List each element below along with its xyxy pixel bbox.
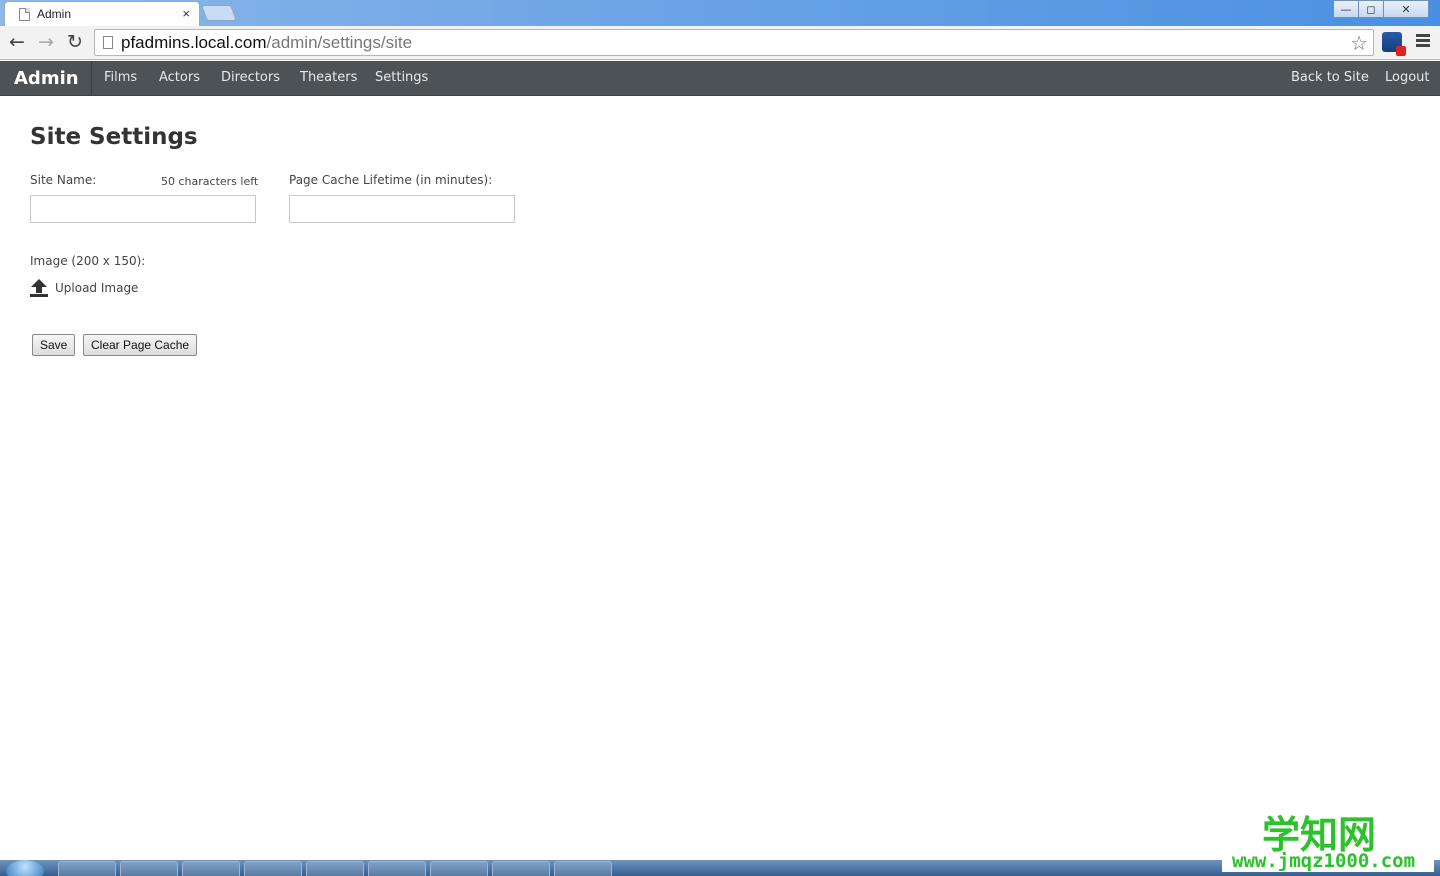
cache-lifetime-label: Page Cache Lifetime (in minutes): xyxy=(289,173,493,187)
back-arrow-icon[interactable]: ← xyxy=(6,31,28,53)
tab-title: Admin xyxy=(37,7,72,21)
url-path: /admin/settings/site xyxy=(266,33,413,52)
upload-icon xyxy=(30,279,48,297)
taskbar-item[interactable] xyxy=(182,861,240,876)
reload-icon[interactable]: ↻ xyxy=(64,31,86,53)
tab-strip: Admin × — ◻ ✕ xyxy=(0,0,1440,26)
nav-films[interactable]: Films xyxy=(104,70,137,85)
start-button[interactable] xyxy=(6,860,44,876)
browser-toolbar: ← → ↻ pfadmins.local.com/admin/settings/… xyxy=(0,26,1440,60)
character-counter: 50 characters left xyxy=(161,175,259,188)
close-window-button[interactable]: ✕ xyxy=(1383,0,1429,18)
minimize-button[interactable]: — xyxy=(1333,0,1359,18)
bookmark-star-icon[interactable]: ☆ xyxy=(1350,31,1368,55)
url-text: pfadmins.local.com/admin/settings/site xyxy=(121,33,412,53)
url-host: pfadmins.local.com xyxy=(121,33,267,52)
new-tab-button[interactable] xyxy=(201,5,237,21)
taskbar-item[interactable] xyxy=(58,861,116,876)
clear-page-cache-button[interactable]: Clear Page Cache xyxy=(83,334,198,356)
nav-actors[interactable]: Actors xyxy=(159,70,200,85)
taskbar-item[interactable] xyxy=(120,861,178,876)
cache-lifetime-input[interactable] xyxy=(289,195,515,223)
site-name-label: Site Name: xyxy=(30,173,97,187)
nav-directors[interactable]: Directors xyxy=(221,70,280,85)
upload-image-label: Upload Image xyxy=(55,281,139,295)
window-controls: — ◻ ✕ xyxy=(1333,0,1429,18)
taskbar-item[interactable] xyxy=(554,861,612,876)
tab-close-icon[interactable]: × xyxy=(182,6,190,21)
taskbar-item[interactable] xyxy=(368,861,426,876)
upload-image-button[interactable]: Upload Image xyxy=(30,279,138,297)
image-label: Image (200 x 150): xyxy=(30,254,146,268)
menu-icon[interactable] xyxy=(1416,34,1430,48)
site-name-input[interactable] xyxy=(30,195,256,223)
nav-theaters[interactable]: Theaters xyxy=(300,70,357,85)
nav-settings[interactable]: Settings xyxy=(375,70,428,85)
page-icon xyxy=(19,7,30,21)
watermark-logo: 学知网 www.jmqz1000.com xyxy=(1222,804,1434,872)
admin-navbar: Admin Films Actors Directors Theaters Se… xyxy=(0,61,1440,96)
page-icon xyxy=(103,36,113,49)
taskbar-item[interactable] xyxy=(492,861,550,876)
taskbar-item[interactable] xyxy=(244,861,302,876)
nav-logout[interactable]: Logout xyxy=(1385,70,1430,85)
maximize-button[interactable]: ◻ xyxy=(1358,0,1384,18)
address-bar[interactable]: pfadmins.local.com/admin/settings/site ☆ xyxy=(94,29,1374,56)
brand-link[interactable]: Admin xyxy=(0,61,92,96)
page-title: Site Settings xyxy=(30,124,198,150)
browser-window: Admin × — ◻ ✕ ← → ↻ pfadmins.local.com/a… xyxy=(0,0,1440,876)
extension-icon[interactable] xyxy=(1382,32,1406,56)
watermark-url: www.jmqz1000.com xyxy=(1232,850,1416,872)
nav-back-to-site[interactable]: Back to Site xyxy=(1291,70,1369,85)
save-button[interactable]: Save xyxy=(32,334,76,356)
tab-admin[interactable]: Admin × xyxy=(4,1,200,26)
forward-arrow-icon[interactable]: → xyxy=(35,31,57,53)
taskbar-item[interactable] xyxy=(306,861,364,876)
taskbar-item[interactable] xyxy=(430,861,488,876)
